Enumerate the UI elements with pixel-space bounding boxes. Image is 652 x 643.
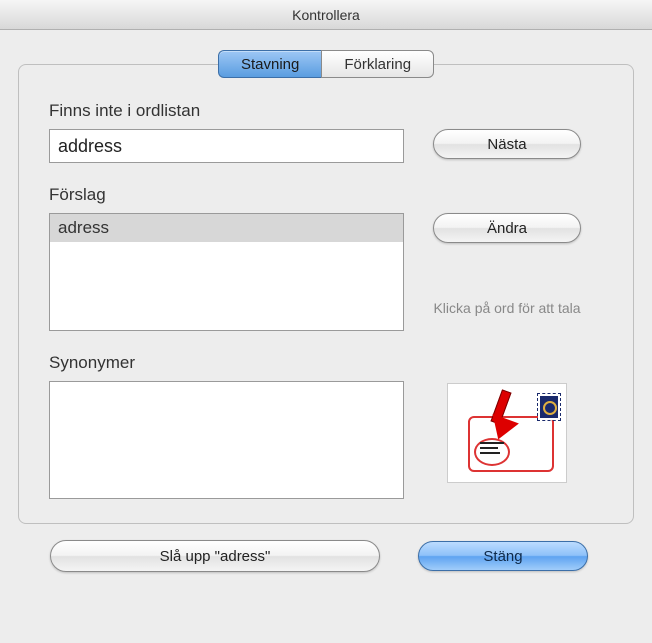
next-button[interactable]: Nästa	[433, 129, 581, 159]
tab-bar: Stavning Förklaring	[18, 50, 634, 78]
not-in-dict-label: Finns inte i ordlistan	[49, 101, 603, 121]
next-button-label: Nästa	[487, 136, 526, 153]
lookup-button[interactable]: Slå upp "adress"	[50, 540, 380, 572]
list-item[interactable]: adress	[50, 214, 403, 242]
tab-spelling-label: Stavning	[241, 56, 299, 73]
synonyms-listbox[interactable]	[49, 381, 404, 499]
lookup-button-label: Slå upp "adress"	[160, 548, 271, 565]
window-titlebar: Kontrollera	[0, 0, 652, 30]
word-input[interactable]	[49, 129, 404, 163]
window-title: Kontrollera	[292, 7, 360, 23]
change-button-label: Ändra	[487, 220, 527, 237]
main-panel: Finns inte i ordlistan Nästa Förslag adr…	[18, 64, 634, 524]
suggestions-label: Förslag	[49, 185, 603, 205]
speak-hint: Klicka på ord för att tala	[433, 299, 580, 317]
tab-explanation-label: Förklaring	[344, 56, 411, 73]
suggestions-listbox[interactable]: adress	[49, 213, 404, 331]
envelope-illustration	[447, 383, 567, 483]
close-button-label: Stäng	[483, 548, 522, 565]
synonyms-label: Synonymer	[49, 353, 603, 373]
tab-spelling[interactable]: Stavning	[218, 50, 321, 78]
change-button[interactable]: Ändra	[433, 213, 581, 243]
close-button[interactable]: Stäng	[418, 541, 588, 571]
tab-explanation[interactable]: Förklaring	[321, 50, 434, 78]
